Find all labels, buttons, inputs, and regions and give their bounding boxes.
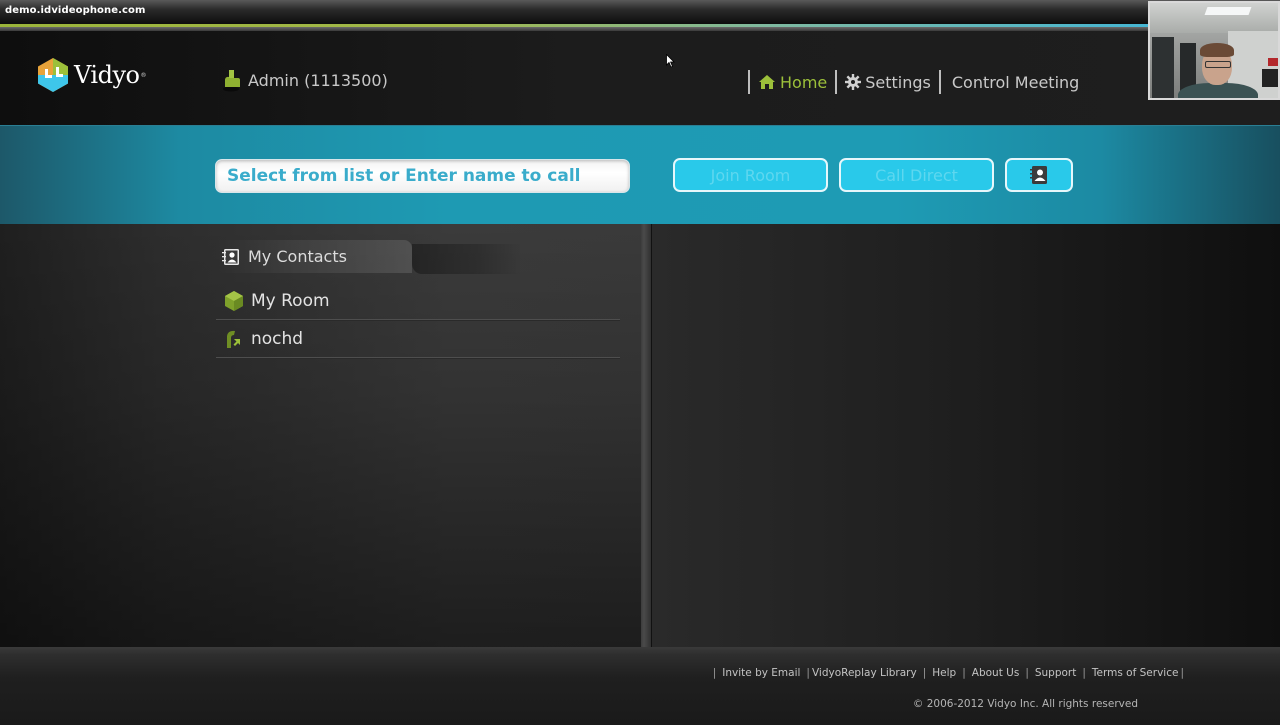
nav-home-label: Home <box>780 72 828 92</box>
details-panel <box>652 224 1280 647</box>
footer-link-invite-by-email[interactable]: Invite by Email <box>722 667 800 679</box>
room-cube-icon <box>225 290 243 311</box>
page-url: demo.idvideophone.com <box>5 5 146 16</box>
address-book-button[interactable] <box>1005 158 1073 192</box>
join-room-button[interactable]: Join Room <box>673 158 828 192</box>
user-name: Admin (1113500) <box>248 70 388 90</box>
contact-name: nochd <box>251 328 304 349</box>
footer-link-terms-of-service[interactable]: Terms of Service <box>1092 667 1179 679</box>
nav-separator <box>835 70 838 94</box>
vidyo-logo-icon <box>38 58 68 92</box>
copyright-text: © 2006-2012 Vidyo Inc. All rights reserv… <box>912 698 1138 710</box>
app-header: Vidyo ® Admin (1113500) Home Settings Co… <box>0 31 1280 125</box>
logo-wordmark: Vidyo <box>74 61 140 89</box>
nav-home[interactable]: Home <box>758 73 827 92</box>
footer: | Invite by Email | VidyoReplay Library … <box>0 647 1280 725</box>
nav-settings-label: Settings <box>865 72 931 92</box>
contacts-book-icon <box>222 248 239 265</box>
panel-splitter[interactable] <box>641 224 652 647</box>
tab-my-contacts-label: My Contacts <box>248 247 347 266</box>
footer-link-vidyoreplay-library[interactable]: VidyoReplay Library <box>812 667 917 679</box>
user-status-icon <box>227 330 240 348</box>
webcam-preview[interactable] <box>1148 1 1280 100</box>
contact-list-item[interactable]: My Room <box>216 282 620 320</box>
contact-name: My Room <box>251 290 330 311</box>
nav-separator <box>938 70 941 94</box>
tab-my-contacts[interactable]: My Contacts <box>216 240 412 273</box>
contact-list: My Room nochd <box>216 282 620 358</box>
join-room-label: Join Room <box>710 165 791 185</box>
contact-list-item[interactable]: nochd <box>216 320 620 358</box>
footer-link-support[interactable]: Support <box>1035 667 1077 679</box>
tab-placeholder <box>412 244 522 274</box>
footer-link-about-us[interactable]: About Us <box>972 667 1020 679</box>
gear-icon <box>845 74 862 90</box>
nav-control-meeting[interactable]: Control Meeting <box>952 73 1079 92</box>
footer-link-help[interactable]: Help <box>932 667 956 679</box>
main-nav: Home Settings Control Meeting <box>748 69 1079 95</box>
logo-registered-mark: ® <box>140 71 147 79</box>
browser-title-bar: demo.idvideophone.com <box>0 0 1280 24</box>
address-book-icon <box>1030 166 1047 184</box>
current-user: Admin (1113500) <box>221 68 388 92</box>
nav-separator <box>748 70 750 94</box>
footer-links: | Invite by Email | VidyoReplay Library … <box>712 667 1184 679</box>
call-direct-button[interactable]: Call Direct <box>839 158 994 192</box>
contacts-panel: My Contacts My Room nochd <box>0 224 641 647</box>
user-icon <box>223 70 240 92</box>
vidyo-logo: Vidyo ® <box>36 57 146 93</box>
call-direct-label: Call Direct <box>875 165 958 185</box>
mouse-cursor-icon <box>666 54 675 68</box>
home-icon <box>759 75 775 89</box>
nav-control-meeting-label: Control Meeting <box>951 72 1080 92</box>
main-area: My Contacts My Room nochd <box>0 224 1280 647</box>
call-search-input[interactable] <box>215 159 630 193</box>
call-bar: Join Room Call Direct <box>0 125 1280 224</box>
nav-settings[interactable]: Settings <box>845 73 931 92</box>
